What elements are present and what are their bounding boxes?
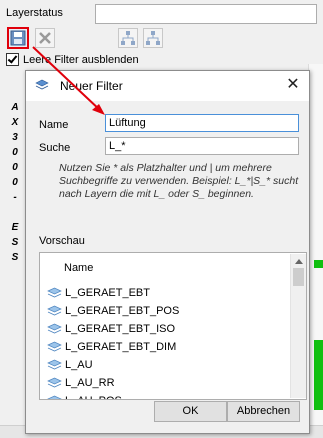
preview-list[interactable]: Name L_GERAET_EBT L_GERAET_EBT_POS L_GERAE…: [39, 252, 307, 400]
list-item[interactable]: L_AU: [41, 356, 289, 374]
filter-tree-button[interactable]: [118, 28, 138, 48]
status-color-bar: [314, 340, 323, 410]
scroll-thumb[interactable]: [293, 268, 304, 286]
list-item[interactable]: L_GERAET_EBT_DIM: [41, 338, 289, 356]
hide-empty-filters-checkbox[interactable]: [6, 53, 19, 66]
list-item-label: L_GERAET_EBT_POS: [65, 305, 180, 317]
name-input[interactable]: Lüftung: [105, 114, 299, 132]
list-item-label: L_GERAET_EBT_DIM: [65, 341, 177, 353]
side-letter: S: [11, 252, 19, 263]
list-item-label: L_AU_POS: [65, 392, 122, 399]
delete-filter-button[interactable]: [35, 28, 55, 48]
search-input[interactable]: L_*: [105, 137, 299, 155]
new-filter-button[interactable]: [7, 27, 29, 49]
list-scrollbar[interactable]: [290, 254, 306, 398]
side-letter: -: [13, 192, 17, 203]
layer-icon: [47, 323, 62, 334]
dialog-title: Neuer Filter: [60, 79, 123, 93]
list-column-header: Name: [64, 262, 94, 274]
layer-icon: [47, 305, 62, 316]
cancel-button[interactable]: Abbrechen: [227, 401, 300, 422]
layer-icon: [47, 359, 62, 370]
new-filter-dialog: Neuer Filter ✕ Name Lüftung Suche L_* Nu…: [25, 70, 310, 434]
delete-icon: [39, 32, 51, 44]
hierarchy-icon: [121, 31, 135, 45]
layerstatus-field[interactable]: [95, 4, 317, 24]
list-item[interactable]: L_GERAET_EBT_ISO: [41, 320, 289, 338]
list-item[interactable]: L_GERAET_EBT_POS: [41, 302, 289, 320]
hierarchy-icon: [146, 31, 160, 45]
side-letter: 0: [12, 147, 18, 158]
ok-button[interactable]: OK: [154, 401, 227, 422]
status-color-swatch: [314, 260, 323, 268]
scroll-up-icon[interactable]: [295, 259, 303, 264]
list-item-label: L_AU_RR: [65, 377, 115, 389]
list-item[interactable]: L_GERAET_EBT: [41, 284, 289, 302]
list-item[interactable]: L_AU_POS: [41, 392, 289, 399]
filter-tree-alt-button[interactable]: [143, 28, 163, 48]
list-item[interactable]: L_AU_RR: [41, 374, 289, 392]
search-label: Suche: [39, 142, 71, 154]
layer-icon: [47, 341, 62, 352]
name-label: Name: [39, 119, 69, 131]
layer-icon: [47, 395, 62, 399]
list-item-label: L_GERAET_EBT_ISO: [65, 323, 176, 335]
side-letter: 3: [12, 132, 18, 143]
preview-list-items: L_GERAET_EBT L_GERAET_EBT_POS L_GERAET_EBT…: [41, 284, 289, 399]
side-letter: A: [11, 102, 19, 113]
side-letter: 0: [12, 177, 18, 188]
save-icon: [10, 30, 26, 46]
side-letter: S: [11, 237, 19, 248]
close-icon[interactable]: ✕: [284, 76, 302, 94]
layer-icon: [47, 377, 62, 388]
side-letter: E: [11, 222, 19, 233]
hide-empty-filters-row[interactable]: Leere Filter ausblenden: [6, 53, 139, 66]
side-letter: X: [11, 117, 19, 128]
hide-empty-filters-label: Leere Filter ausblenden: [23, 53, 139, 66]
layers-icon: [35, 79, 49, 90]
layerstatus-label: Layerstatus: [6, 7, 63, 19]
side-letters: AX3000-ESS: [9, 100, 21, 265]
search-hint: Nutzen Sie * als Platzhalter und | um me…: [59, 162, 299, 200]
layer-icon: [47, 287, 62, 298]
side-letter: 0: [12, 162, 18, 173]
dialog-titlebar: Neuer Filter ✕: [26, 71, 309, 101]
list-item-label: L_AU: [65, 359, 93, 371]
preview-label: Vorschau: [39, 235, 85, 247]
list-item-label: L_GERAET_EBT: [65, 287, 150, 299]
